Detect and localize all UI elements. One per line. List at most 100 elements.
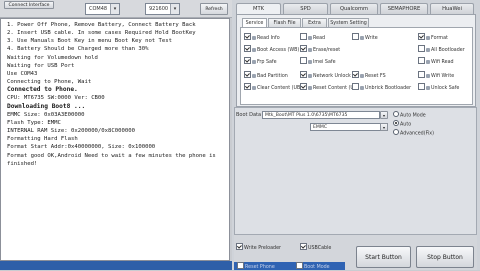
checkbox-icon [236,243,243,250]
option-network-unlock[interactable]: Network Unlock [300,71,351,80]
write-preloader-label: Write Preloader [244,246,281,251]
option-label: Read [313,36,326,41]
log-line: Use COM43 [7,70,38,77]
log-line: Flash Type: EMMC [7,119,61,126]
option-label: Format [431,36,448,41]
tab-huawei[interactable]: HuaWei [430,3,474,14]
boot-data-value: Mtk_Boot\MT Plus 1.0\6735\MT6735 [265,113,348,118]
log-line: CPU: MT6735 SW:0000 Ver: CB00 [7,95,105,102]
option-all-bootloader[interactable]: All Bootloader [418,45,465,54]
option-reset-fs[interactable]: Reset FS [352,71,386,80]
checkbox-icon [300,57,307,64]
log-output[interactable]: 1. Power Off Phone, Remove Battery, Conn… [0,18,230,261]
tab-spd[interactable]: SPD [283,3,328,14]
option-label: Network Unlock [313,74,351,79]
checkbox-icon [244,83,251,90]
option-wifi-read[interactable]: Wifi Read [418,57,454,66]
stop-button[interactable]: Stop Button [416,246,474,268]
option-icon [426,47,430,52]
option-label: Erase/reset [313,48,341,53]
refresh-button[interactable]: Refresh [200,3,228,15]
option-frp-safe[interactable]: Frp Safe [244,57,277,66]
option-read-info[interactable]: Read Info [244,33,280,42]
radio-auto[interactable]: Auto [393,120,411,129]
checkbox-icon [237,262,244,269]
option-icon [252,73,256,78]
option-read[interactable]: Read [300,33,325,42]
boot-data-label: Boot Data [236,112,262,118]
log-line: 1. Power Off Phone, Remove Battery, Conn… [7,22,196,28]
checkbox-icon [418,83,425,90]
option-format[interactable]: Format [418,33,448,42]
radio-auto-mode[interactable]: Auto Mode [393,111,426,120]
option-label: Imei Safe [313,60,336,65]
subtab-service[interactable]: Service [242,18,267,27]
option-wifi-write[interactable]: Wifi Write [418,71,454,80]
option-label: All Bootloader [431,48,465,53]
chevron-down-icon: ▾ [110,4,119,14]
baud-select[interactable]: 921600 ▾ [145,3,180,15]
chevron-down-icon: ▾ [170,4,179,14]
subtab-system-setting[interactable]: System Setting [328,18,369,27]
option-imei-safe[interactable]: Imei Safe [300,57,336,66]
option-icon [360,85,364,90]
option-icon [426,85,430,90]
option-icon [360,35,364,40]
chevron-down-icon[interactable]: ▾ [380,111,388,119]
option-label: Write [365,36,378,41]
tab-mtk[interactable]: MTK [236,3,281,14]
log-line: 3. Use Manuals Boot Key in menu Boot Key… [7,38,173,45]
log-line: 4. Battery Should be Charged more than 3… [7,46,149,53]
option-write[interactable]: Write [352,33,378,42]
boot-data-field[interactable]: Mtk_Boot\MT Plus 1.0\6735\MT6735 [262,111,380,119]
radio-icon [393,120,399,126]
checkbox-icon [352,71,359,78]
usb-cable-checkbox[interactable]: USBCable [300,243,331,252]
checkbox-icon [296,262,303,269]
option-icon [308,35,312,40]
subtab-extra[interactable]: Extra [302,18,327,27]
storage-type-field[interactable]: EMMC [310,123,388,131]
radio-label: Auto Mode [400,113,426,119]
radio-advanced-fix[interactable]: Advanced(Fix) [393,129,434,138]
boot-mode-label: Boot Mode [304,265,330,270]
option-label: Frp Safe [257,60,277,65]
log-line: Waiting for Volumedown hold [7,54,98,61]
tab-semaphore[interactable]: SEMAPHORE [380,3,428,14]
option-label: Wifi Write [431,74,455,79]
option-erase-reset[interactable]: Erase/reset [300,45,340,54]
option-reset-content-ub[interactable]: Reset Content (UB) [300,83,359,92]
option-label: Clear Content (UB) [257,86,303,91]
start-button[interactable]: Start Button [356,246,411,268]
subtab-flash-file[interactable]: Flash File [268,18,301,27]
connect-interface-button[interactable]: Connect Interface [4,1,54,9]
option-label: Wifi Read [431,60,454,65]
log-line: Formatting Hard Flash [7,136,78,143]
option-icon [252,47,256,52]
option-unbrick-bootloader[interactable]: Unbrick Bootloader [352,83,411,92]
log-line: Connecting to Phone, Wait [7,79,92,86]
storage-type-value: EMMC [313,125,328,130]
option-icon [360,73,364,78]
baud-select-value: 921600 [149,6,169,12]
log-line: Downloading Boot8 ... [7,102,86,110]
option-label: Read Info [257,36,280,41]
status-bar [0,261,232,270]
option-label: Boot Access (WB) [257,48,300,53]
chevron-down-icon[interactable]: ▾ [380,123,388,131]
radio-label: Auto [400,122,412,128]
radio-icon [393,129,399,135]
option-clear-content-ub[interactable]: Clear Content (UB) [244,83,302,92]
checkbox-icon [418,71,425,78]
option-unlock-safe[interactable]: Unlock Safe [418,83,459,92]
tab-qualcomm[interactable]: Qualcomm [330,3,378,14]
log-line: Connected to Phone. [7,86,78,94]
option-boot-access-wb[interactable]: Boot Access (WB) [244,45,299,54]
port-select[interactable]: COM48 ▾ [85,3,120,15]
option-bad-partition[interactable]: Bad Partition [244,71,288,80]
port-select-value: COM48 [89,6,108,12]
write-preloader-checkbox[interactable]: Write Preloader [236,243,281,252]
option-label: Unlock Safe [431,86,460,91]
log-line: Format good OK,Android Need to wait a fe… [7,152,216,159]
checkbox-icon [352,83,359,90]
